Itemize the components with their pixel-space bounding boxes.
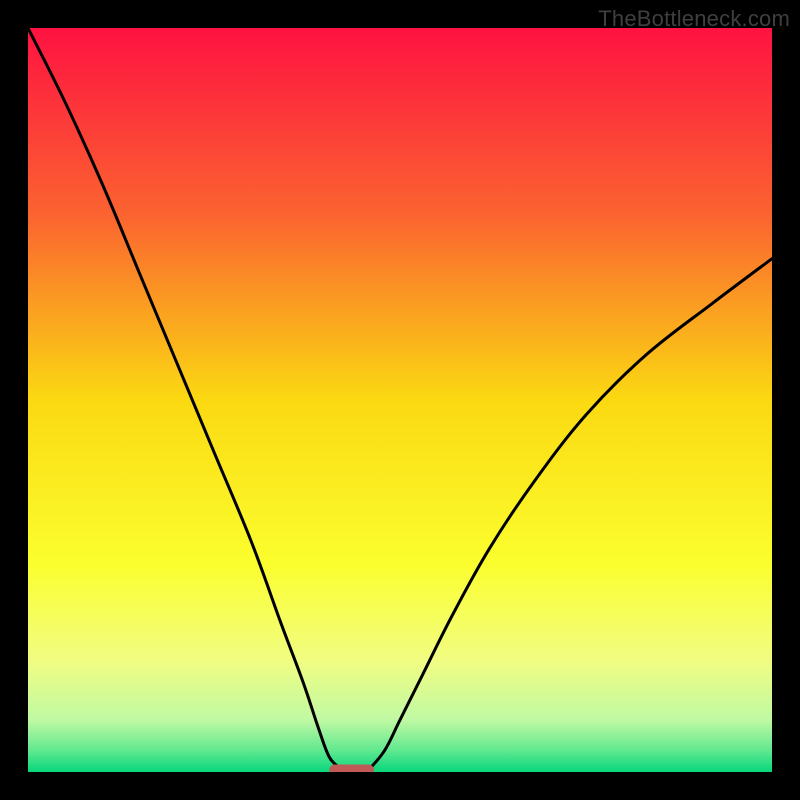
minimum-marker-rect <box>329 765 374 772</box>
gradient-background <box>28 28 772 772</box>
minimum-marker <box>329 765 374 772</box>
chart-canvas <box>28 28 772 772</box>
chart-frame: TheBottleneck.com <box>0 0 800 800</box>
plot-area <box>28 28 772 772</box>
